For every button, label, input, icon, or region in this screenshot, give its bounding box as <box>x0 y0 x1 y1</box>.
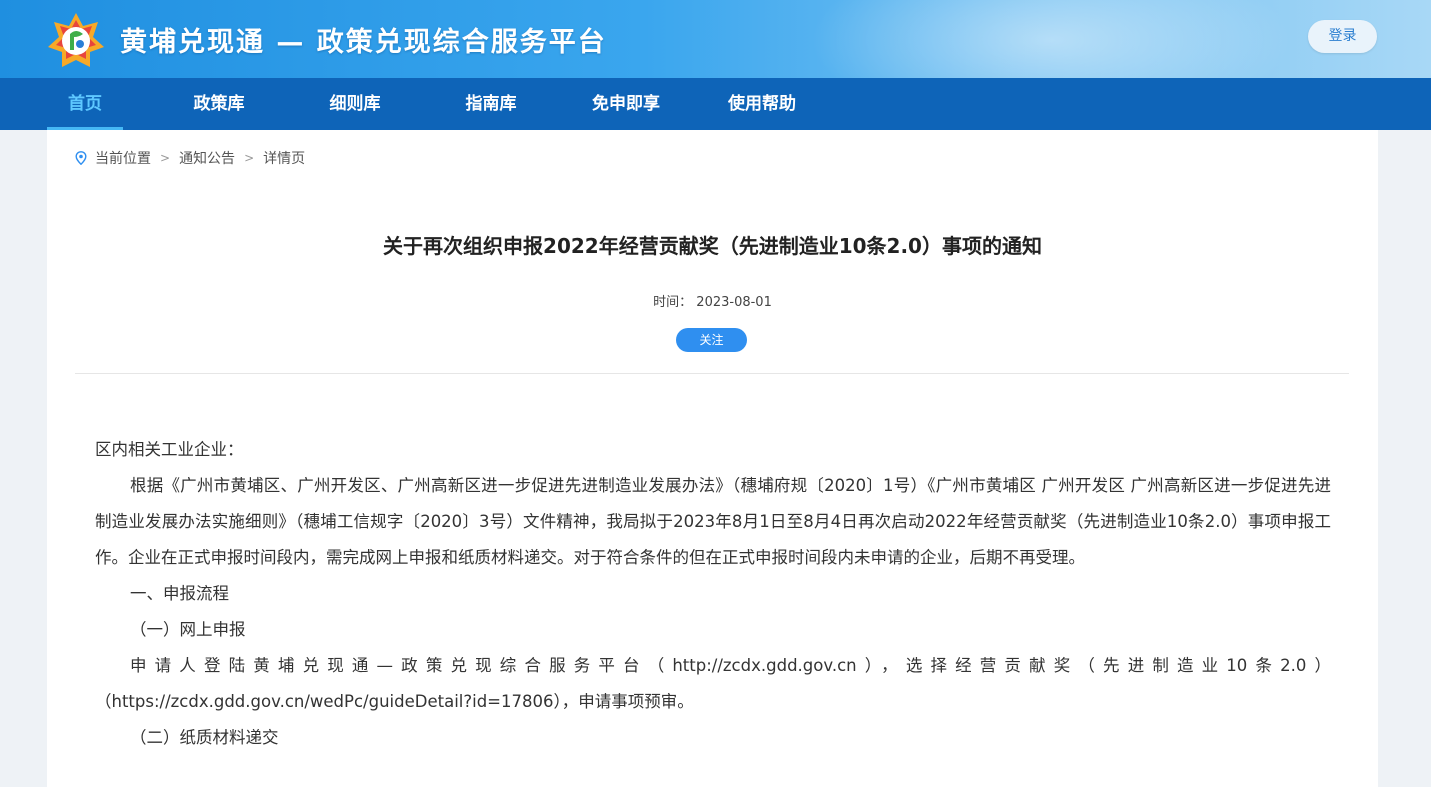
subsection-online-apply: （一）网上申报 <box>130 620 246 639</box>
paragraph-online-apply: 申请人登陆黄埔兑现通—政策兑现综合服务平台（http://zcdx.gdd.go… <box>130 656 1331 675</box>
breadcrumb-separator: > <box>244 151 255 165</box>
article-time: 时间： 2023-08-01 <box>47 291 1378 310</box>
nav-item-rules-library[interactable]: 细则库 <box>314 78 396 130</box>
breadcrumb: 当前位置 > 通知公告 > 详情页 <box>75 148 305 168</box>
time-value: 2023-08-01 <box>696 295 772 310</box>
location-pin-icon <box>75 151 87 165</box>
subsection-paper-materials: （二）纸质材料递交 <box>130 728 279 747</box>
article-body: 区内相关工业企业： 根据《广州市黄埔区、广州开发区、广州高新区进一步促进先进制造… <box>95 432 1331 756</box>
paragraph-intro: 根据《广州市黄埔区、广州开发区、广州高新区进一步促进先进制造业发展办法》（穗埔府… <box>95 476 1331 567</box>
time-label: 时间： <box>653 295 693 310</box>
divider <box>75 373 1349 374</box>
breadcrumb-detail: 详情页 <box>263 151 306 167</box>
main-nav: 首页 政策库 细则库 指南库 免申即享 使用帮助 <box>0 78 1431 130</box>
header-glow <box>791 0 1311 78</box>
nav-item-guide-library[interactable]: 指南库 <box>450 78 532 130</box>
login-button[interactable]: 登录 <box>1308 20 1377 53</box>
detail-panel: 当前位置 > 通知公告 > 详情页 关于再次组织申报2022年经营贡献奖（先进制… <box>47 130 1378 787</box>
follow-button[interactable]: 关注 <box>676 328 747 352</box>
breadcrumb-separator: > <box>160 151 171 165</box>
breadcrumb-current-location: 当前位置 <box>95 151 151 167</box>
paragraph-guide-link: （https://zcdx.gdd.gov.cn/wedPc/guideDeta… <box>95 692 694 711</box>
article-title: 关于再次组织申报2022年经营贡献奖（先进制造业10条2.0）事项的通知 <box>383 234 1042 258</box>
site-title: 黄埔兑现通 — 政策兑现综合服务平台 <box>120 27 607 58</box>
section-heading-process: 一、申报流程 <box>130 584 229 603</box>
nav-item-exempt-apply[interactable]: 免申即享 <box>580 78 672 130</box>
paragraph-salutation: 区内相关工业企业： <box>95 440 244 459</box>
nav-item-help[interactable]: 使用帮助 <box>716 78 808 130</box>
nav-item-policy-library[interactable]: 政策库 <box>178 78 260 130</box>
breadcrumb-notices-link[interactable]: 通知公告 <box>179 148 235 168</box>
brand-logo-icon[interactable] <box>46 10 106 70</box>
site-header: 黄埔兑现通 — 政策兑现综合服务平台 登录 <box>0 0 1431 78</box>
nav-item-home[interactable]: 首页 <box>47 78 123 130</box>
